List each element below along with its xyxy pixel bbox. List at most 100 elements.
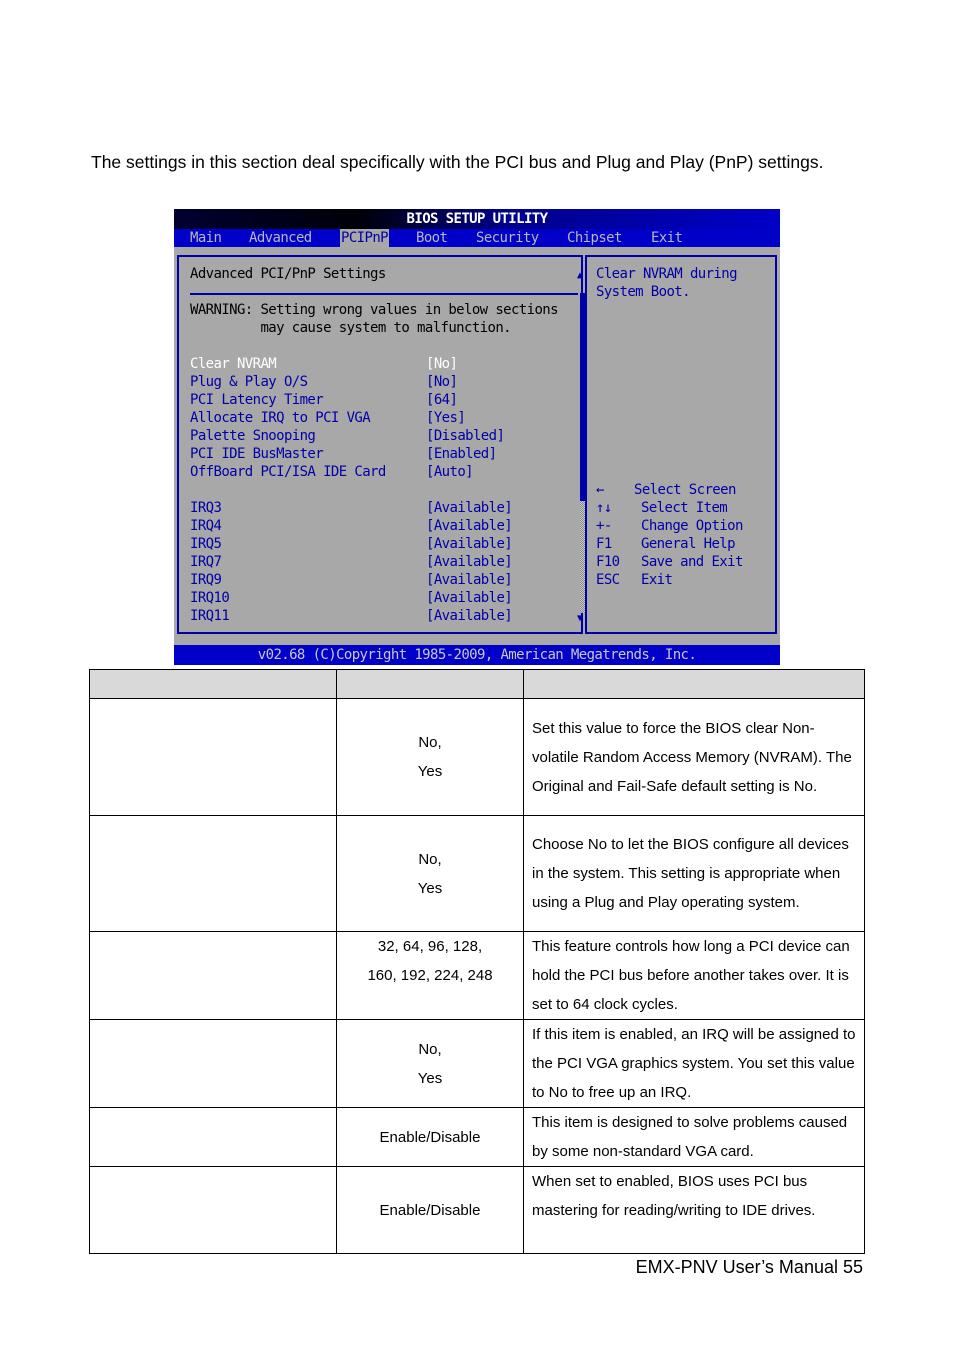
option-value: Yes [417,1069,443,1087]
table-cell-options: No, Yes [336,698,524,816]
option-value: 32, 64, 96, 128, [377,938,483,955]
irq-item[interactable]: IRQ3 [190,499,222,517]
key-f10: F10 [596,554,620,570]
table-cell-options: 32, 64, 96, 128, 160, 192, 224, 248 [336,931,524,1020]
menu-tab-security[interactable]: Security [475,229,540,247]
table-cell-item [89,1166,337,1254]
menu-tab-chipset[interactable]: Chipset [566,229,623,247]
key-action-general-help: General Help [641,536,736,552]
option-value: No, [418,734,442,751]
setting-palette-snooping-value[interactable]: [Disabled] [426,427,505,445]
key-f1: F1 [596,536,612,552]
warning-line-1: WARNING: Setting wrong values in below s… [190,302,559,318]
irq-item-value[interactable]: [Available] [426,607,513,625]
irq-item[interactable]: IRQ10 [190,589,230,607]
table-cell-item [89,1107,337,1167]
option-value: 160, 192, 224, 248 [367,967,493,984]
table-header-cell [523,669,865,699]
key-esc: ESC [596,572,620,588]
option-value: Yes [417,879,443,897]
setting-clear-nvram-value[interactable]: [No] [426,355,458,373]
option-value: No, [418,850,442,868]
bios-screenshot: BIOS SETUP UTILITY Main Advanced PCIPnP … [174,209,780,665]
table-cell-options: No, Yes [336,815,524,932]
table-row: Enable/Disable This item is designed to … [89,1107,865,1167]
section-divider [190,293,578,295]
key-action-select-screen: Select Screen [634,482,736,498]
setting-offboard-ide-card-value[interactable]: [Auto] [426,463,474,481]
setting-pci-ide-busmaster-value[interactable]: [Enabled] [426,445,497,463]
irq-item-value[interactable]: [Available] [426,517,513,535]
menu-tab-boot[interactable]: Boot [415,229,448,247]
table-row: 32, 64, 96, 128, 160, 192, 224, 248 This … [89,931,865,1020]
setting-pci-latency-timer[interactable]: PCI Latency Timer [190,391,324,409]
table-header-cell [336,669,524,699]
option-value: Enable/Disable [379,1128,481,1146]
table-cell-item [89,698,337,816]
irq-item-value[interactable]: [Available] [426,553,513,571]
setting-pci-latency-timer-value[interactable]: [64] [426,391,458,409]
key-up-down-arrow-icon: ↑↓ [596,500,612,516]
section-title: Advanced PCI/PnP Settings [190,266,386,282]
setting-plug-play-os-value[interactable]: [No] [426,373,458,391]
scroll-up-arrow-icon[interactable]: ▲ [577,271,583,281]
option-value: No, [418,1040,442,1058]
key-left-arrow-icon: ← [596,482,604,498]
help-text-line-2: System Boot. [596,284,691,300]
table-row: Enable/Disable When set to enabled, BIOS… [89,1166,865,1254]
irq-item-value[interactable]: [Available] [426,535,513,553]
menu-tab-pcipnp[interactable]: PCIPnP [340,229,389,247]
table-header-row [89,669,865,699]
irq-item[interactable]: IRQ7 [190,553,222,571]
irq-item[interactable]: IRQ11 [190,607,230,625]
setting-offboard-ide-card[interactable]: OffBoard PCI/ISA IDE Card [190,463,386,481]
table-cell-options: Enable/Disable [336,1107,524,1167]
table-cell-item [89,1019,337,1108]
help-text-line-1: Clear NVRAM during [596,266,738,282]
setting-clear-nvram[interactable]: Clear NVRAM [190,355,277,373]
key-action-select-item: Select Item [641,500,728,516]
menu-tab-exit[interactable]: Exit [650,229,683,247]
key-action-change-option: Change Option [641,518,743,534]
key-plus-minus: +- [596,518,612,534]
irq-item-value[interactable]: [Available] [426,499,513,517]
intro-paragraph: The settings in this section deal specif… [91,152,824,172]
table-cell-options: No, Yes [336,1019,524,1108]
irq-item-value[interactable]: [Available] [426,589,513,607]
help-panel: Clear NVRAM during System Boot. ← Select… [585,255,777,634]
setting-allocate-irq-vga-value[interactable]: [Yes] [426,409,466,427]
option-value: Enable/Disable [379,1201,481,1219]
settings-panel: Advanced PCI/PnP Settings WARNING: Setti… [177,255,587,634]
irq-item[interactable]: IRQ9 [190,571,222,589]
table-row: No, Yes If this item is enabled, an IRQ w… [89,1019,865,1108]
table-cell-description: When set to enabled, BIOS uses PCI bus m… [523,1166,865,1254]
key-action-save-exit: Save and Exit [641,554,743,570]
table-cell-item [89,815,337,932]
bios-title: BIOS SETUP UTILITY [174,209,780,229]
menu-tab-main[interactable]: Main [189,229,222,247]
setting-palette-snooping[interactable]: Palette Snooping [190,427,316,445]
menu-tab-advanced[interactable]: Advanced [248,229,313,247]
table-row: No, Yes Set this value to force the BIOS … [89,698,865,816]
bios-menu-bar: Main Advanced PCIPnP Boot Security Chips… [174,229,780,247]
options-table: No, Yes Set this value to force the BIOS … [89,669,865,1254]
table-header-cell [89,669,337,699]
irq-item[interactable]: IRQ4 [190,517,222,535]
option-value: Yes [417,763,443,780]
irq-item-value[interactable]: [Available] [426,571,513,589]
setting-pci-ide-busmaster[interactable]: PCI IDE BusMaster [190,445,324,463]
bios-copyright-footer: v02.68 (C)Copyright 1985-2009, American … [174,645,780,665]
table-row: No, Yes Choose No to let the BIOS configu… [89,815,865,932]
setting-plug-play-os[interactable]: Plug & Play O/S [190,373,308,391]
setting-allocate-irq-vga[interactable]: Allocate IRQ to PCI VGA [190,409,371,427]
table-cell-description: This item is designed to solve problems … [523,1107,865,1167]
scroll-down-arrow-icon[interactable]: ▼ [577,614,583,624]
irq-item[interactable]: IRQ5 [190,535,222,553]
table-cell-item [89,931,337,1020]
warning-line-2: may cause system to malfunction. [190,320,511,336]
table-cell-options: Enable/Disable [336,1166,524,1254]
table-cell-description: Set this value to force the BIOS clear N… [523,698,865,816]
table-cell-description: Choose No to let the BIOS configure all … [523,815,865,932]
table-cell-description: If this item is enabled, an IRQ will be … [523,1019,865,1108]
key-action-exit: Exit [641,572,673,588]
